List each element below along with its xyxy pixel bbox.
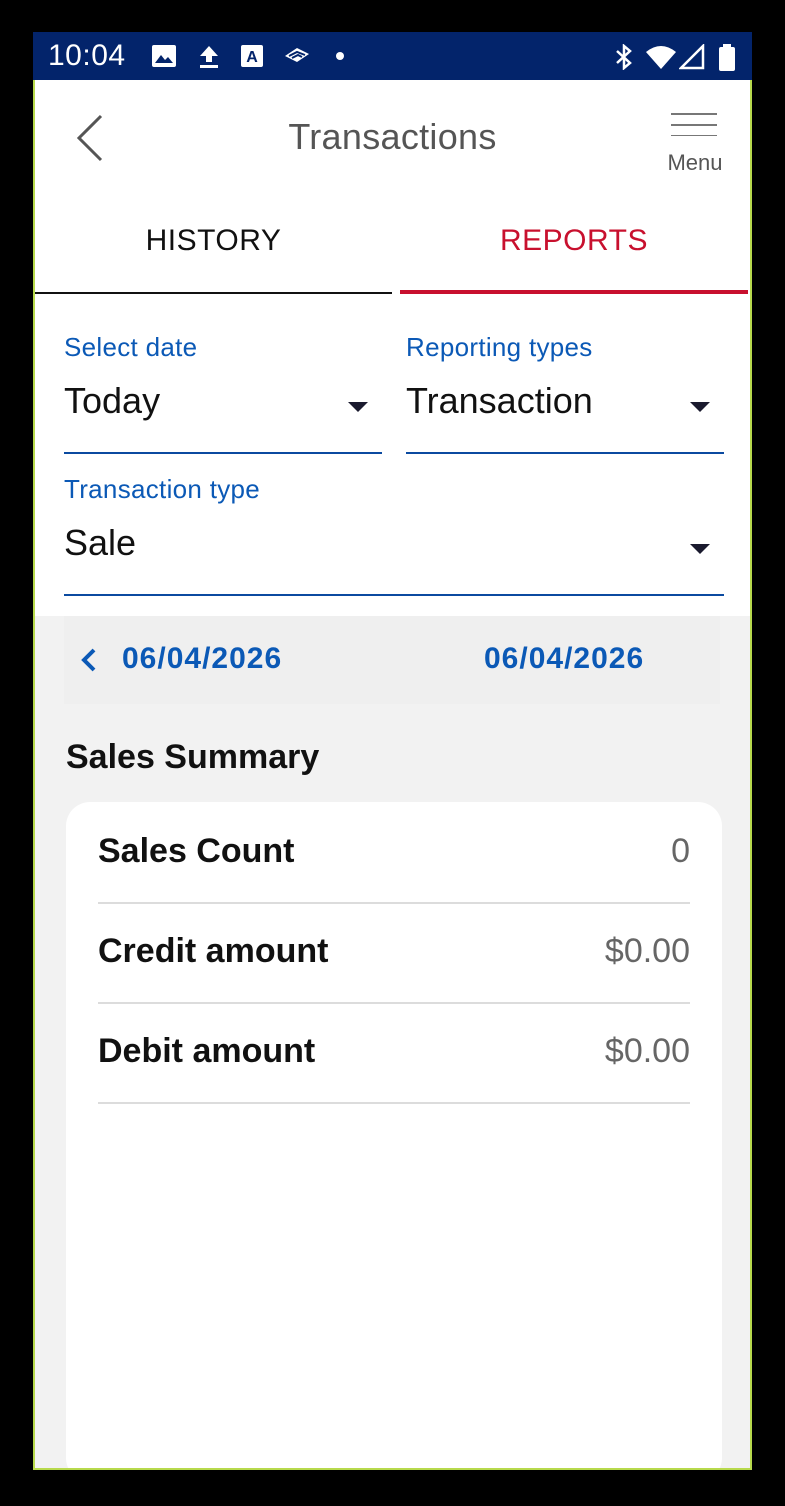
summary-row-label: Debit amount <box>98 1032 316 1070</box>
date-range-start[interactable]: 06/04/2026 <box>122 642 282 676</box>
dropdown-arrow-icon <box>348 402 368 412</box>
wifi-icon <box>646 46 676 69</box>
status-bar: 10:04 A <box>33 32 752 80</box>
summary-row-value: $0.00 <box>604 932 690 970</box>
sales-summary-card: Sales Count 0 Credit amount $0.00 Debit … <box>66 802 722 1468</box>
dropdown-arrow-icon <box>690 402 710 412</box>
select-date-dropdown[interactable]: Select date Today <box>64 332 382 454</box>
status-time: 10:04 <box>48 39 126 72</box>
summary-row-label: Credit amount <box>98 932 329 970</box>
transaction-type-label: Transaction type <box>64 474 261 504</box>
field-underline <box>64 594 724 596</box>
summary-row-value: $0.00 <box>604 1032 690 1070</box>
hamburger-icon <box>671 113 717 136</box>
signal-icon <box>679 44 705 70</box>
field-underline <box>406 452 724 454</box>
sales-summary-title: Sales Summary <box>66 738 320 776</box>
select-date-value: Today <box>64 380 161 421</box>
transaction-type-value: Sale <box>64 522 137 563</box>
reporting-types-value: Transaction <box>406 380 593 421</box>
page-title: Transactions <box>288 116 497 157</box>
summary-row-label: Sales Count <box>98 832 295 870</box>
font-a-icon: A <box>241 45 263 67</box>
field-underline <box>64 452 382 454</box>
select-date-label: Select date <box>64 332 198 362</box>
bluetooth-icon <box>616 44 632 70</box>
svg-text:A: A <box>246 49 258 66</box>
date-range-bar: 06/04/2026 06/04/2026 <box>64 616 720 704</box>
date-range-end[interactable]: 06/04/2026 <box>484 642 644 676</box>
summary-row: Debit amount $0.00 <box>98 1002 690 1104</box>
summary-row: Credit amount $0.00 <box>98 902 690 1004</box>
menu-button[interactable]: Menu <box>663 110 727 176</box>
bank-icon <box>285 48 309 62</box>
tab-history[interactable]: HISTORY <box>35 198 392 294</box>
chevron-left-icon[interactable] <box>78 646 100 674</box>
app-bar: Transactions Menu <box>35 80 750 198</box>
report-area: 06/04/2026 06/04/2026 Sales Summary Sale… <box>35 616 750 1468</box>
summary-row: Sales Count 0 <box>98 802 690 904</box>
tab-bar: HISTORY REPORTS <box>35 198 750 294</box>
summary-row-value: 0 <box>671 832 690 870</box>
upload-icon <box>200 46 218 68</box>
app-screen: Transactions Menu HISTORY REPORTS Select… <box>33 80 752 1470</box>
transaction-type-dropdown[interactable]: Transaction type Sale <box>64 474 724 596</box>
tab-reports[interactable]: REPORTS <box>400 198 748 294</box>
menu-label: Menu <box>667 150 723 175</box>
reporting-types-dropdown[interactable]: Reporting types Transaction <box>406 332 724 454</box>
dropdown-arrow-icon <box>690 544 710 554</box>
reporting-types-label: Reporting types <box>406 332 593 362</box>
dot-icon <box>336 52 344 60</box>
battery-icon <box>719 44 735 71</box>
image-icon <box>152 45 176 67</box>
